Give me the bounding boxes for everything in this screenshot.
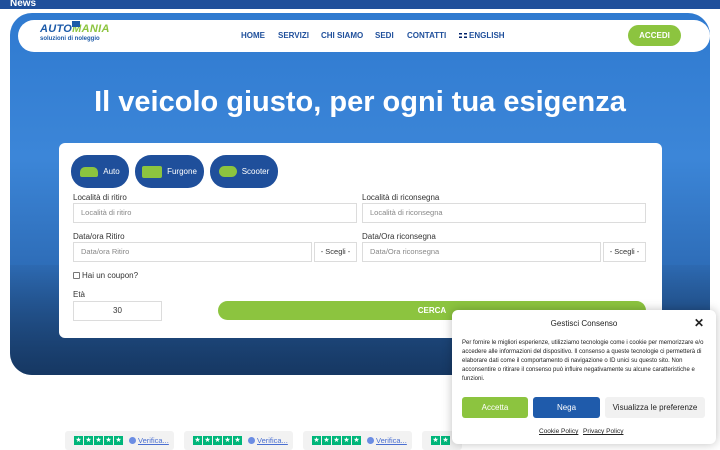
return-date-input[interactable]: Data/Ora riconsegna (362, 242, 601, 262)
logo-brand: AUTOMANIA (40, 23, 110, 35)
return-location-label: Località di riconsegna (362, 193, 440, 202)
age-label: Età (73, 290, 86, 299)
close-icon[interactable]: ✕ (694, 316, 704, 330)
top-news-bar: News (0, 0, 720, 9)
automania-logo[interactable]: AUTOMANIA soluzioni di noleggio (40, 21, 120, 49)
return-time-select[interactable]: - Scegli - (603, 242, 646, 262)
van-icon (142, 165, 163, 178)
accept-button[interactable]: Accetta (462, 397, 528, 418)
logo-flag-icon (72, 21, 80, 27)
consent-body: Per fornire le migliori esperienze, util… (462, 340, 704, 382)
nav-item-home[interactable]: HOME (241, 31, 265, 40)
verified-check-icon (367, 437, 374, 444)
tab-scooter[interactable]: Scooter (210, 155, 278, 188)
tab-auto[interactable]: Auto (71, 155, 129, 188)
return-date-label: Data/Ora riconsegna (362, 232, 436, 241)
cookie-policy-link[interactable]: Cookie Policy (539, 428, 578, 435)
trustpilot-review-3[interactable]: ★ ★ ★ ★ ★ Verifica... (303, 431, 412, 450)
coupon-checkbox[interactable] (73, 272, 80, 279)
five-stars-icon: ★ ★ ★ ★ ★ (193, 436, 242, 445)
car-icon (80, 166, 99, 177)
scooter-icon (218, 166, 237, 177)
cookie-consent-dialog: Gestisci Consenso ✕ Per fornire le migli… (452, 310, 716, 444)
coupon-label[interactable]: Hai un coupon? (82, 271, 138, 280)
verified-link[interactable]: Verifica... (376, 436, 407, 445)
uk-flag-icon (459, 33, 467, 39)
logo-tagline: soluzioni di noleggio (40, 36, 100, 42)
trustpilot-review-1[interactable]: ★ ★ ★ ★ ★ Verifica... (65, 431, 174, 450)
nav-item-sedi[interactable]: SEDI (375, 31, 394, 40)
pickup-date-input[interactable]: Data/ora Ritiro (73, 242, 312, 262)
deny-button[interactable]: Nega (533, 397, 600, 418)
pickup-time-select[interactable]: - Scegli - (314, 242, 357, 262)
login-button[interactable]: ACCEDI (628, 25, 681, 46)
pickup-location-input[interactable]: Località di ritiro (73, 203, 357, 223)
hero-headline: Il veicolo giusto, per ogni tua esigenza (94, 86, 626, 118)
verified-check-icon (248, 437, 255, 444)
verified-link[interactable]: Verifica... (138, 436, 169, 445)
age-input[interactable]: 30 (73, 301, 162, 321)
privacy-policy-link[interactable]: Privacy Policy (583, 428, 623, 435)
five-stars-icon: ★ ★ ★ ★ ★ (312, 436, 361, 445)
pickup-location-label: Località di ritiro (73, 193, 127, 202)
nav-item-servizi[interactable]: SERVIZI (278, 31, 309, 40)
nav-item-contatti[interactable]: CONTATTI (407, 31, 446, 40)
main-navbar (18, 20, 710, 52)
news-label[interactable]: News (10, 0, 36, 9)
return-location-input[interactable]: Località di riconsegna (362, 203, 646, 223)
five-stars-icon: ★ ★ ★ ★ ★ (74, 436, 123, 445)
nav-item-chi-siamo[interactable]: CHI SIAMO (321, 31, 363, 40)
consent-title: Gestisci Consenso (550, 319, 618, 328)
tab-furgone[interactable]: Furgone (135, 155, 204, 188)
preferences-button[interactable]: Visualizza le preferenze (605, 397, 705, 418)
verified-check-icon (129, 437, 136, 444)
five-stars-icon: ★ ★ (431, 436, 450, 445)
nav-item-english[interactable]: ENGLISH (459, 31, 505, 40)
verified-link[interactable]: Verifica... (257, 436, 288, 445)
pickup-date-label: Data/ora Ritiro (73, 232, 125, 241)
trustpilot-review-2[interactable]: ★ ★ ★ ★ ★ Verifica... (184, 431, 293, 450)
